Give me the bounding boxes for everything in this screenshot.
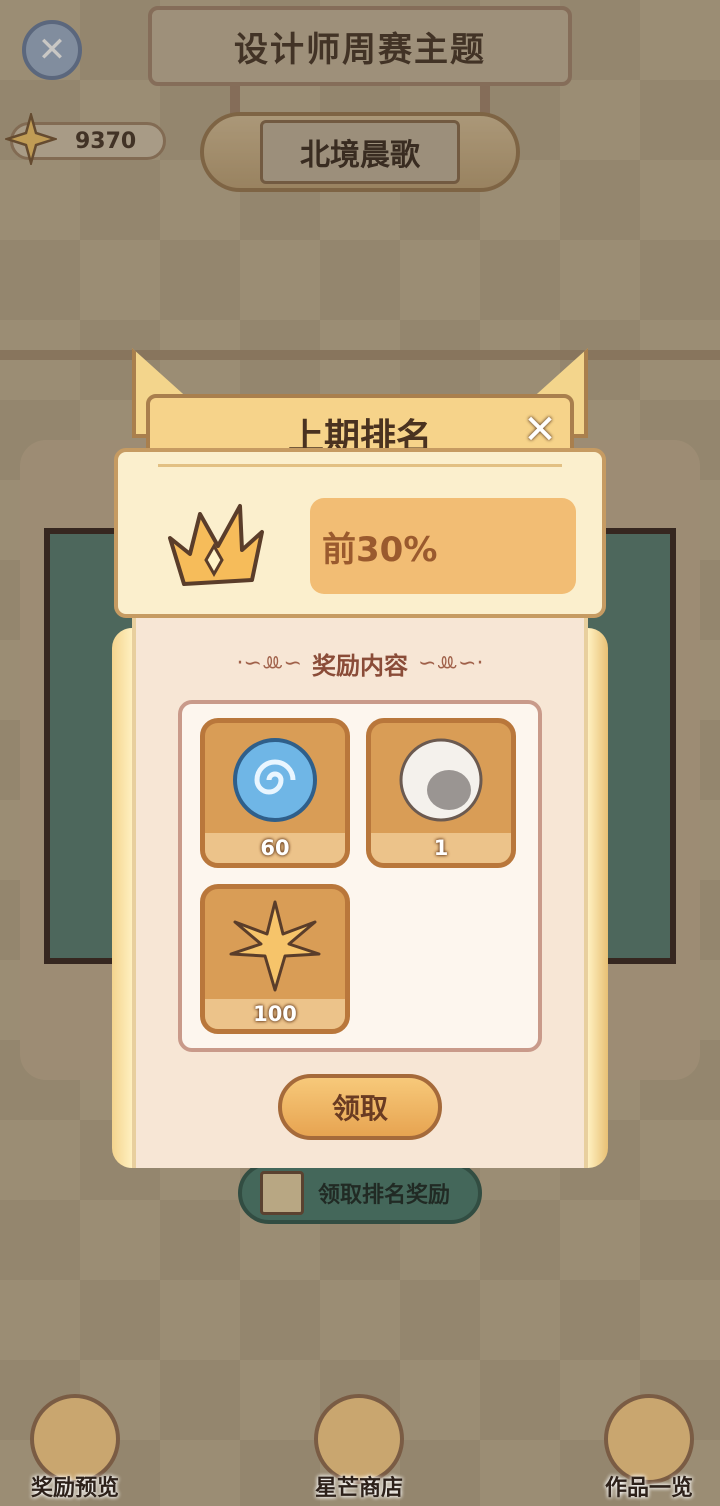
claim-label: 领取 — [331, 1092, 388, 1125]
reward-count: 1 — [371, 833, 511, 863]
last-rank-modal: 上期排名 ✕ 前30% ·∽ꔛ∽ 奖励内容 ∽ꔛ∽· 60 1 100 领取 — [112, 348, 608, 1178]
rank-value: 前30% — [322, 529, 438, 570]
claim-button[interactable]: 领取 — [278, 1074, 442, 1140]
nav-reward-preview[interactable]: 奖励预览 — [20, 1386, 130, 1506]
gold-star-icon — [219, 897, 331, 995]
blue-swirl-orb-icon — [219, 731, 331, 829]
nav-works-list[interactable]: 作品一览 — [594, 1386, 704, 1506]
reward-count: 60 — [205, 833, 345, 863]
rank-value-box: 前30% — [310, 498, 576, 594]
reward-item[interactable]: 1 — [366, 718, 516, 868]
reward-item[interactable]: 60 — [200, 718, 350, 868]
crown-icon — [168, 504, 264, 586]
white-haired-avatar-icon — [385, 731, 497, 829]
nav-star-shop[interactable]: 星芒商店 — [304, 1386, 414, 1506]
modal-close-icon[interactable]: ✕ — [518, 408, 562, 452]
reward-count: 100 — [205, 999, 345, 1029]
flourish-right-icon: ∽ꔛ∽· — [418, 651, 484, 676]
rewards-heading: ·∽ꔛ∽ 奖励内容 ∽ꔛ∽· — [112, 646, 608, 681]
ornament-line — [158, 464, 562, 471]
rank-box: 前30% — [114, 448, 606, 618]
rewards-grid: 60 1 100 — [178, 700, 542, 1052]
flourish-left-icon: ·∽ꔛ∽ — [236, 651, 303, 676]
nav-label: 作品一览 — [604, 1476, 693, 1501]
rewards-title: 奖励内容 — [312, 652, 408, 680]
reward-item[interactable]: 100 — [200, 884, 350, 1034]
nav-label: 星芒商店 — [314, 1476, 403, 1501]
nav-label: 奖励预览 — [30, 1476, 119, 1501]
